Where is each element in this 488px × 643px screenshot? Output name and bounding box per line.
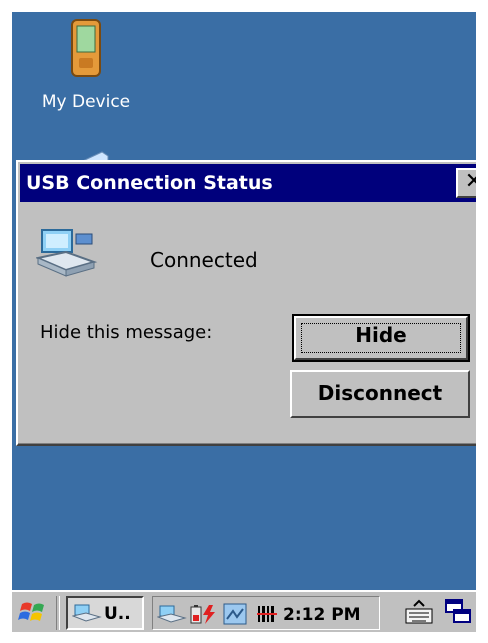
keyboard-icon[interactable] (404, 598, 434, 626)
system-tray: 2:12 PM (152, 596, 380, 630)
taskbar: U.. 2:12 PM (12, 590, 476, 632)
wireless-status-icon[interactable] (223, 603, 247, 625)
task-label: U.. (104, 604, 131, 624)
desktop-icon-label: My Device (41, 92, 131, 112)
disconnect-button[interactable]: Disconnect (290, 370, 470, 418)
close-icon: ✕ (464, 169, 476, 194)
taskbar-separator (56, 596, 60, 630)
battery-charging-icon[interactable] (189, 603, 219, 625)
focus-rectangle (301, 323, 461, 353)
window-switcher-icon[interactable] (444, 598, 472, 626)
usb-connection-tray-icon[interactable] (156, 603, 187, 625)
close-button[interactable]: ✕ (456, 168, 476, 198)
usb-connection-icon (34, 226, 98, 282)
dialog-title: USB Connection Status (26, 172, 273, 194)
usb-status-dialog: USB Connection Status ✕ Connected Hide t… (16, 160, 476, 446)
barcode-scanner-icon[interactable] (257, 603, 277, 625)
connection-status-text: Connected (150, 248, 258, 272)
hide-message-label: Hide this message: (40, 322, 213, 343)
usb-connection-icon (71, 603, 102, 623)
disconnect-button-label: Disconnect (317, 381, 443, 405)
dialog-titlebar[interactable]: USB Connection Status ✕ (20, 164, 476, 202)
taskbar-task-usb-status[interactable]: U.. (66, 596, 144, 630)
desktop: My Device USB Connection Status ✕ Connec… (12, 12, 476, 632)
pda-icon (69, 18, 103, 78)
start-button[interactable] (16, 598, 50, 628)
hide-button[interactable]: Hide (292, 314, 470, 362)
clock[interactable]: 2:12 PM (283, 605, 361, 625)
windows-flag-icon (18, 602, 44, 621)
desktop-icon-my-device[interactable]: My Device (26, 18, 146, 112)
